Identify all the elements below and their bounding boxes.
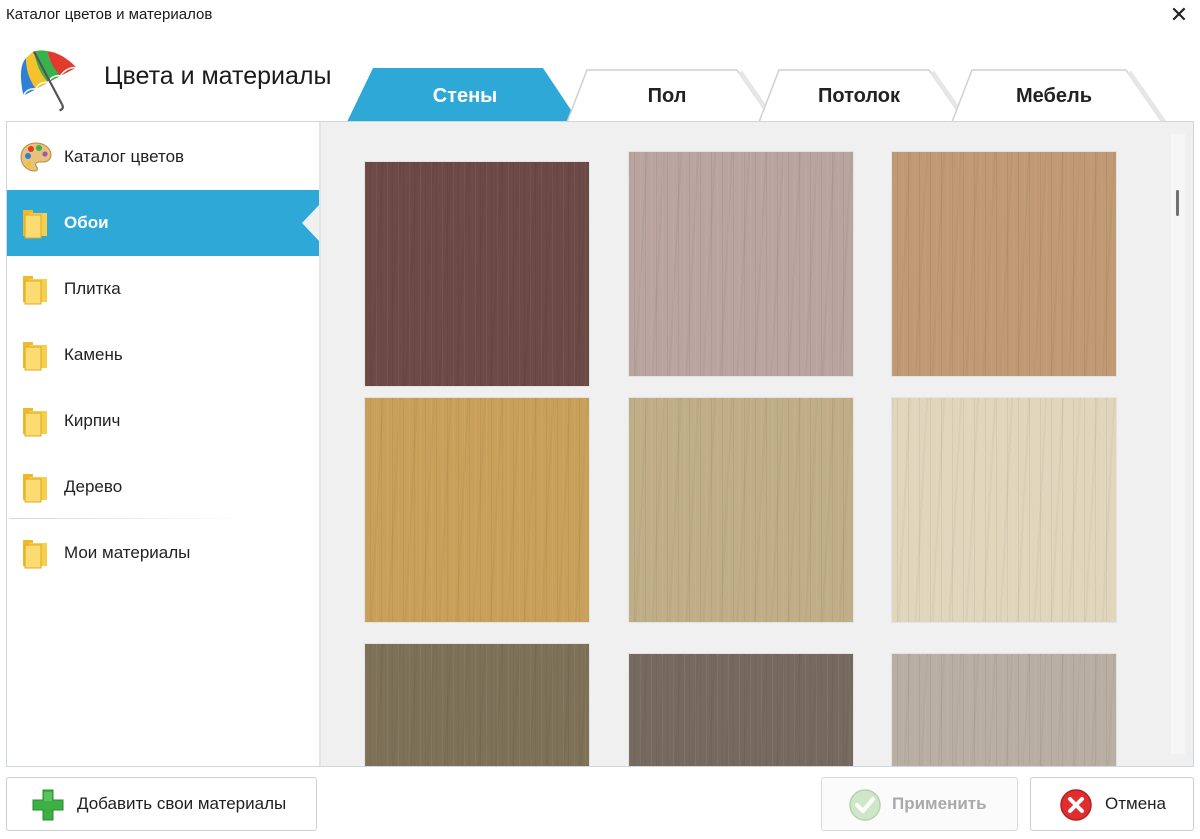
sidebar-item-label: Мои материалы [64, 543, 191, 562]
material-swatch[interactable] [629, 654, 853, 766]
swatch-texture [365, 644, 589, 766]
folder-icon [23, 474, 47, 503]
close-icon[interactable]: ✕ [1166, 2, 1192, 28]
material-swatch[interactable] [892, 152, 1116, 376]
materials-grid [319, 122, 1193, 766]
sidebar-item-tile[interactable]: Плитка [7, 256, 319, 322]
swatch-texture [365, 398, 589, 622]
sidebar-divider [9, 518, 249, 519]
add-materials-button[interactable]: Добавить свои материалы [6, 777, 317, 831]
swatch-texture [629, 398, 853, 622]
apply-label: Применить [892, 794, 987, 813]
vertical-scrollbar[interactable] [1171, 134, 1185, 754]
swatch-texture [629, 152, 853, 376]
sidebar: Каталог цветов Обои Плитка Камень Кирпич… [7, 122, 320, 766]
swatch-texture [365, 162, 589, 386]
swatch-texture [892, 152, 1116, 376]
sidebar-item-label: Камень [64, 345, 123, 364]
page-title: Цвета и материалы [104, 62, 332, 90]
apply-button[interactable]: Применить [821, 777, 1018, 831]
material-swatch[interactable] [892, 398, 1116, 622]
material-swatch[interactable] [365, 398, 589, 622]
tab-walls[interactable]: Стены [347, 66, 583, 122]
swatch-texture [629, 654, 853, 766]
material-swatch[interactable] [629, 152, 853, 376]
tab-ceiling[interactable]: Потолок [749, 66, 969, 122]
material-swatch[interactable] [365, 644, 589, 766]
sidebar-item-label: Каталог цветов [64, 147, 185, 166]
material-swatch[interactable] [629, 398, 853, 622]
tab-furniture[interactable]: Мебель [942, 66, 1166, 122]
swatch-texture [892, 654, 1116, 766]
tab-label: Потолок [817, 84, 900, 107]
folder-icon [23, 342, 47, 371]
main-frame: Каталог цветов Обои Плитка Камень Кирпич… [6, 121, 1194, 767]
window-title: Каталог цветов и материалов [6, 6, 213, 23]
sidebar-item-brick[interactable]: Кирпич [7, 388, 319, 454]
folder-icon [23, 276, 47, 305]
sidebar-item-label: Плитка [64, 279, 121, 298]
cancel-icon [1060, 789, 1092, 821]
sidebar-item-color-catalog[interactable]: Каталог цветов [7, 124, 319, 190]
sidebar-item-wood[interactable]: Дерево [7, 454, 319, 520]
sidebar-item-label: Дерево [64, 477, 123, 496]
tab-floor[interactable]: Пол [557, 66, 777, 122]
active-indicator [302, 204, 320, 242]
tab-label: Пол [647, 84, 687, 107]
swatch-texture [892, 398, 1116, 622]
umbrella-icon [20, 50, 77, 112]
folder-icon [23, 210, 47, 239]
sidebar-item-wallpaper[interactable]: Обои [7, 190, 320, 256]
material-swatch[interactable] [892, 654, 1116, 766]
sidebar-item-stone[interactable]: Камень [7, 322, 319, 388]
scrollbar-thumb[interactable] [1176, 190, 1179, 216]
add-materials-label: Добавить свои материалы [77, 794, 287, 813]
palette-icon [20, 142, 52, 172]
folder-icon [23, 540, 47, 569]
tab-label: Стены [432, 84, 498, 107]
cancel-button[interactable]: Отмена [1030, 777, 1194, 831]
sidebar-item-label: Обои [64, 213, 109, 232]
folder-icon [23, 408, 47, 437]
material-swatch[interactable] [365, 162, 589, 386]
cancel-label: Отмена [1105, 794, 1166, 813]
window-titlebar: Каталог цветов и материалов ✕ [0, 0, 1200, 30]
plus-icon [32, 789, 64, 821]
sidebar-item-my-materials[interactable]: Мои материалы [7, 520, 319, 586]
checkmark-icon [849, 789, 881, 821]
sidebar-item-label: Кирпич [64, 411, 121, 430]
tab-label: Мебель [1016, 84, 1092, 107]
header: Цвета и материалы Стены Пол Потолок Мебе… [0, 30, 1200, 122]
